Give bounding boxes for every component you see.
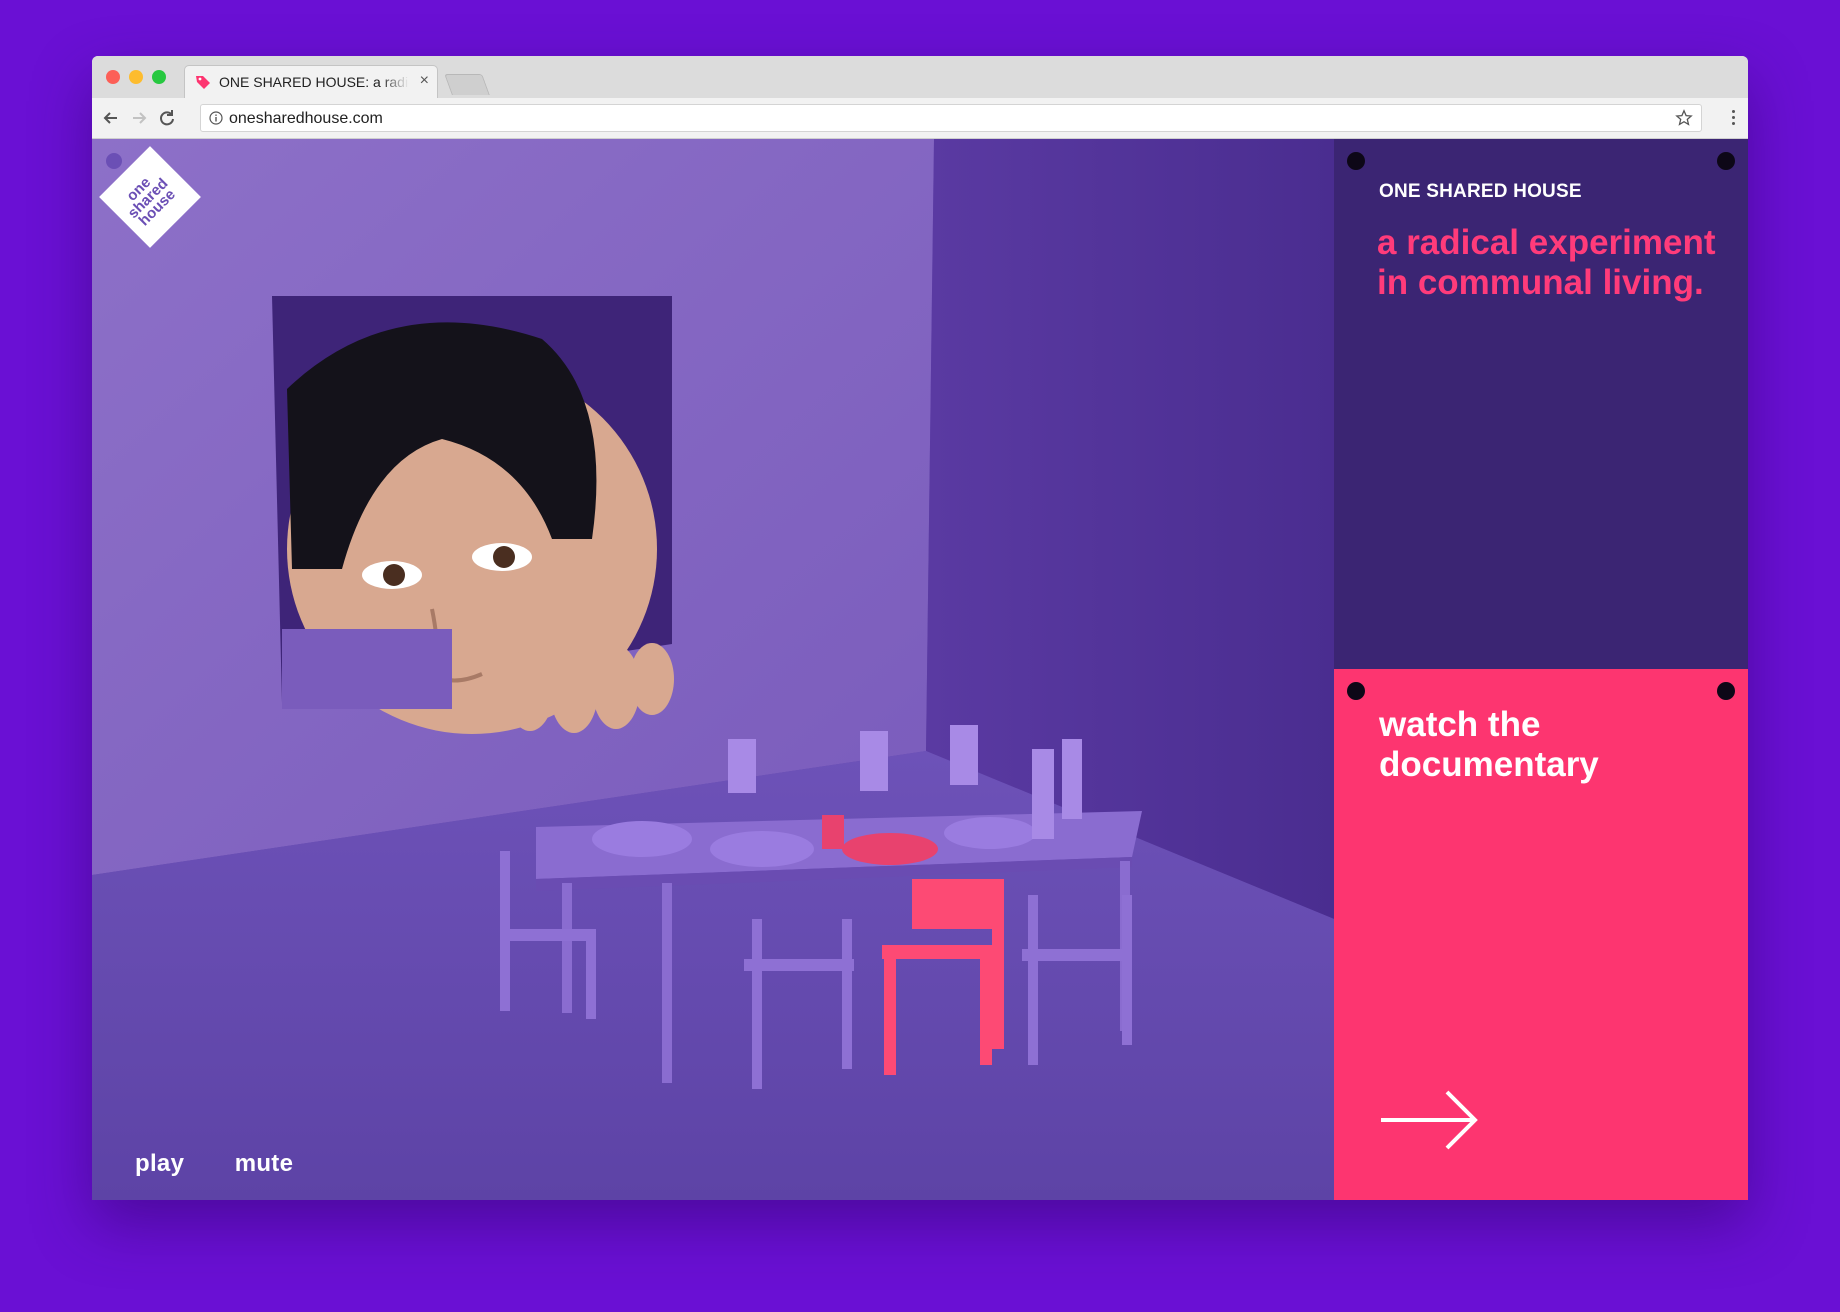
intro-panel: ONE SHARED HOUSE a radical experiment in… [1334,139,1748,669]
hero-scene-illustration [92,139,1334,1200]
watch-documentary-link[interactable]: watch the documentary [1334,669,1748,1200]
browser-menu-icon[interactable] [1732,110,1736,126]
tab-bar: ONE SHARED HOUSE: a radical experiment i… [92,56,1748,99]
address-bar[interactable]: onesharedhouse.com [200,104,1702,132]
pin-dot [1347,682,1365,700]
arrow-right-icon[interactable] [1379,1090,1479,1150]
browser-window: ONE SHARED HOUSE: a radical experiment i… [92,56,1748,1200]
video-controls: play mute [135,1150,339,1178]
pin-dot [1717,682,1735,700]
bookmark-star-icon[interactable] [1675,109,1693,127]
site-logo[interactable]: one shared house [92,139,202,249]
tagline: a radical experiment in communal living. [1377,223,1716,302]
play-button[interactable]: play [135,1150,184,1178]
back-arrow-icon[interactable] [100,107,122,129]
brand-name: ONE SHARED HOUSE [1379,181,1582,202]
info-icon[interactable] [209,111,223,125]
url-text[interactable]: onesharedhouse.com [229,110,383,128]
cta-label[interactable]: watch the documentary [1379,705,1699,785]
tab-title: ONE SHARED HOUSE: a radical experiment i… [219,74,409,90]
pin-dot [1717,152,1735,170]
close-tab-icon[interactable]: × [420,72,429,90]
tab-active[interactable]: ONE SHARED HOUSE: a radical experiment i… [184,65,438,98]
forward-arrow-icon[interactable] [128,107,150,129]
logo-text: one shared house [106,156,190,240]
tag-icon [196,76,210,89]
hero-video[interactable]: one shared house play mute [92,139,1334,1200]
new-tab-button[interactable] [444,74,490,95]
pin-dot [1347,152,1365,170]
minimize-window-button[interactable] [129,70,143,84]
page-viewport: one shared house play mute ONE SHARED HO… [92,139,1748,1200]
reload-icon[interactable] [156,107,178,129]
logo-dot [106,153,122,169]
mute-button[interactable]: mute [235,1150,294,1178]
browser-toolbar: onesharedhouse.com [92,98,1748,139]
close-window-button[interactable] [106,70,120,84]
maximize-window-button[interactable] [152,70,166,84]
